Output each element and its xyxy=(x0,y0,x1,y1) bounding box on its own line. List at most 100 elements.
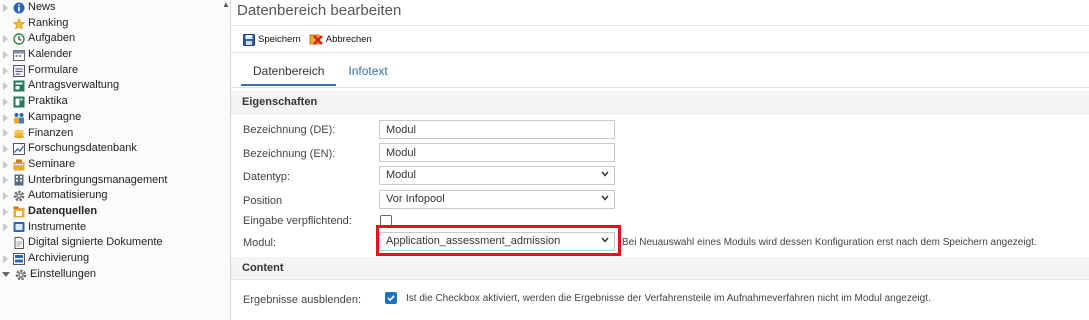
calendar-icon xyxy=(13,49,25,61)
name-de-label: Bezeichnung (DE): xyxy=(243,124,336,136)
expand-arrow-icon[interactable] xyxy=(3,223,8,232)
info-icon xyxy=(13,2,25,14)
seminar-icon xyxy=(13,159,25,171)
expand-arrow-icon[interactable] xyxy=(3,254,8,263)
gear-icon xyxy=(15,269,27,281)
sidebar-item-label: Kampagne xyxy=(28,110,82,123)
sidebar: ▲ News Ranking Aufgaben Kalender Formulare An… xyxy=(0,0,231,320)
name-de-field[interactable] xyxy=(379,120,615,139)
divider xyxy=(231,87,1089,88)
sidebar-item-label: Forschungsdatenbank xyxy=(28,142,137,155)
sidebar-item-datenquellen[interactable]: Datenquellen xyxy=(0,204,167,220)
datatype-label: Datentyp: xyxy=(243,171,291,183)
sidebar-item-seminare[interactable]: Seminare xyxy=(0,157,167,173)
save-button-label: Speichern xyxy=(258,34,301,45)
ranking-icon xyxy=(12,17,26,30)
archive-icon xyxy=(13,252,25,265)
expand-arrow-icon[interactable] xyxy=(3,82,8,91)
sidebar-item-einstellungen[interactable]: Einstellungen xyxy=(0,267,167,283)
module-label: Modul: xyxy=(243,237,277,249)
expand-arrow-icon[interactable] xyxy=(3,97,8,106)
sidebar-item-label: Archivierung xyxy=(28,252,90,264)
expand-arrow-icon[interactable] xyxy=(3,35,8,44)
sidebar-item-archivierung[interactable]: Archivierung xyxy=(0,251,167,267)
tasks-icon xyxy=(13,33,25,45)
sidebar-item-label: Instrumente xyxy=(28,220,87,233)
module-hint: Bei Neuauswahl eines Moduls wird dessen … xyxy=(622,237,1037,248)
expand-arrow-icon[interactable] xyxy=(3,160,8,169)
instruments-icon xyxy=(13,221,25,233)
hide-results-checkbox[interactable] xyxy=(385,292,397,304)
expand-arrow-icon[interactable] xyxy=(3,176,8,185)
gear-icon xyxy=(13,190,25,202)
tab-datenbereich[interactable]: Datenbereich xyxy=(241,62,337,86)
datatype-select[interactable]: Modul xyxy=(379,166,615,185)
sidebar-item-digital-signierte-dokumente[interactable]: Digital signierte Dokumente xyxy=(0,235,167,251)
sidebar-item-label: Aufgaben xyxy=(28,32,76,45)
position-select[interactable]: Vor Infopool xyxy=(379,190,615,209)
sidebar-item-kampagne[interactable]: Kampagne xyxy=(0,110,167,126)
sidebar-item-instrumente[interactable]: Instrumente xyxy=(0,220,167,236)
main-panel: Datenbereich bearbeiten Speichern Abbrec… xyxy=(231,0,1089,320)
sidebar-item-kalender[interactable]: Kalender xyxy=(0,47,167,63)
highlight-box xyxy=(376,225,621,256)
position-select-value: Vor Infopool xyxy=(379,190,615,209)
toolbar: Speichern Abbrechen xyxy=(243,33,380,46)
expand-arrow-icon[interactable] xyxy=(3,207,8,216)
sidebar-item-praktika[interactable]: Praktika xyxy=(0,94,167,110)
section-content-header: Content xyxy=(231,257,1089,280)
save-button[interactable]: Speichern xyxy=(243,33,301,46)
chevron-down-icon xyxy=(601,171,609,177)
expand-arrow-icon[interactable] xyxy=(3,145,8,154)
hide-results-hint: Ist die Checkbox aktiviert, werden die E… xyxy=(406,293,931,304)
sidebar-item-forschungsdatenbank[interactable]: Forschungsdatenbank xyxy=(0,141,167,157)
sidebar-item-label: Formulare xyxy=(28,63,79,76)
expand-arrow-icon[interactable] xyxy=(3,3,8,12)
internship-icon xyxy=(13,96,25,108)
tab-bar: Datenbereich Infotext xyxy=(241,62,400,86)
tab-infotext[interactable]: Infotext xyxy=(336,62,399,86)
navigation-tree: News Ranking Aufgaben Kalender Formulare Antr… xyxy=(0,0,167,282)
sidebar-item-label: Automatisierung xyxy=(28,189,108,202)
expand-arrow-icon[interactable] xyxy=(3,50,8,59)
hide-results-label: Ergebnisse ausblenden: xyxy=(243,294,362,306)
cancel-button[interactable]: Abbrechen xyxy=(309,33,372,46)
sidebar-item-label: Einstellungen xyxy=(30,267,97,280)
sidebar-item-label: Seminare xyxy=(28,157,76,170)
divider xyxy=(231,52,1089,53)
sidebar-item-label: Kalender xyxy=(28,48,73,61)
sidebar-item-label: News xyxy=(28,1,56,13)
sidebar-item-aufgaben[interactable]: Aufgaben xyxy=(0,31,167,47)
sidebar-item-label: Ranking xyxy=(28,16,69,29)
expand-arrow-icon[interactable] xyxy=(3,66,8,75)
expand-arrow-icon[interactable] xyxy=(3,129,8,138)
expand-arrow-icon[interactable] xyxy=(3,113,8,122)
collapse-up-icon[interactable]: ▲ xyxy=(222,0,230,9)
finance-icon xyxy=(13,127,25,139)
checkmark-icon xyxy=(387,295,395,302)
sidebar-item-label: Praktika xyxy=(28,95,68,108)
sidebar-item-formulare[interactable]: Formulare xyxy=(0,63,167,79)
sidebar-item-automatisierung[interactable]: Automatisierung xyxy=(0,188,167,204)
document-icon xyxy=(13,237,25,250)
sidebar-item-label: Unterbringungsmanagement xyxy=(28,173,168,186)
name-en-field[interactable] xyxy=(379,143,615,162)
datatype-select-value: Modul xyxy=(379,166,615,185)
floppy-disk-icon xyxy=(243,33,255,46)
sidebar-item-news[interactable]: News xyxy=(0,0,167,16)
forms-icon xyxy=(13,64,25,77)
page-title: Datenbereich bearbeiten xyxy=(237,2,402,19)
cancel-icon xyxy=(309,34,323,45)
sidebar-item-ranking[interactable]: Ranking xyxy=(0,16,167,32)
required-label: Eingabe verpflichtend: xyxy=(243,215,352,227)
datasource-icon xyxy=(13,206,25,218)
research-icon xyxy=(13,143,25,156)
sidebar-item-label: Finanzen xyxy=(28,126,74,139)
expand-arrow-icon[interactable] xyxy=(3,192,8,201)
sidebar-item-unterbringungsmanagement[interactable]: Unterbringungsmanagement xyxy=(0,173,167,189)
expanded-arrow-icon[interactable] xyxy=(2,272,10,278)
sidebar-item-label: Digital signierte Dokumente xyxy=(28,236,163,249)
sidebar-item-antragsverwaltung[interactable]: Antragsverwaltung xyxy=(0,78,167,94)
sidebar-item-finanzen[interactable]: Finanzen xyxy=(0,126,167,142)
building-icon xyxy=(13,174,25,186)
